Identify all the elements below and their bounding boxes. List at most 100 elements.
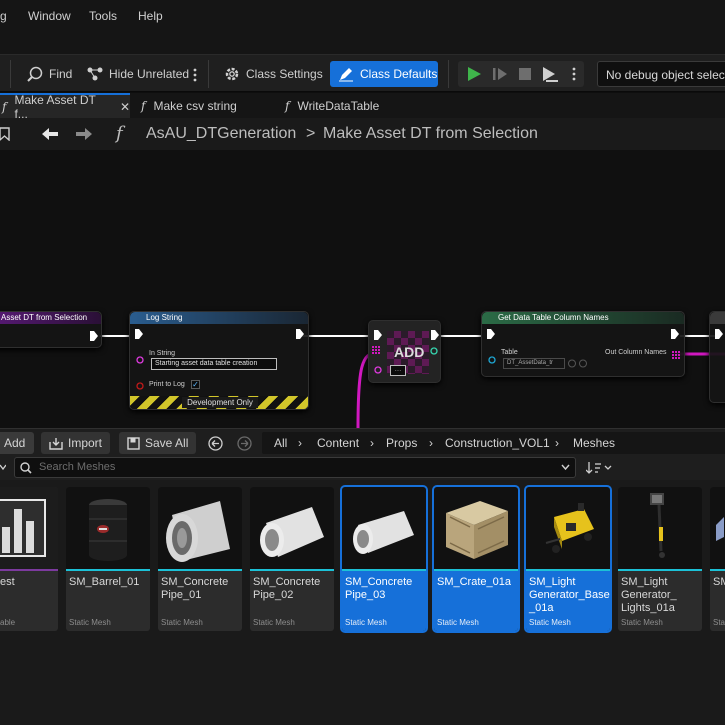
asset-tile[interactable]: SM Sta — [710, 487, 725, 631]
asset-name: SM — [713, 576, 725, 588]
tab-make-csv-string[interactable]: f Make csv string — [141, 93, 237, 118]
exec-in-pin[interactable] — [135, 329, 143, 339]
asset-tile[interactable]: SM_Barrel_01 Static Mesh — [66, 487, 150, 631]
asset-tile[interactable]: SM_Light Generator_Base _01a Static Mesh — [524, 485, 612, 633]
out-column-names-pin[interactable] — [672, 351, 680, 359]
back-arrow-icon[interactable] — [41, 127, 59, 141]
asset-tile[interactable]: SM_Concrete Pipe_01 Static Mesh — [158, 487, 242, 631]
asset-thumbnail — [158, 487, 242, 569]
item-in-pin[interactable] — [374, 366, 382, 374]
concrete-pipe-thumbnail-icon — [260, 507, 324, 557]
find-icon — [27, 66, 43, 82]
exec-out-pin[interactable] — [671, 329, 679, 339]
content-browser-search-row: Search Meshes — [0, 456, 725, 480]
toolbar-separator — [448, 60, 449, 88]
chevron-down-icon[interactable] — [0, 464, 6, 472]
asset-thumbnail — [710, 487, 725, 569]
search-dropdown-chevron-icon[interactable] — [561, 464, 570, 471]
tab-label: WriteDataTable — [297, 98, 380, 113]
import-button[interactable]: Import — [41, 432, 111, 454]
add-button[interactable]: Add — [0, 432, 34, 454]
print-to-log-pin[interactable] — [136, 382, 144, 390]
search-meshes-input[interactable]: Search Meshes — [14, 457, 576, 478]
content-path-breadcrumb: All › Content › Props › Construction_VOL… — [262, 432, 725, 454]
add-node[interactable]: ADD … — [368, 320, 441, 383]
class-settings-button[interactable]: Class Settings — [219, 62, 327, 86]
item-field[interactable]: … — [390, 365, 406, 376]
breadcrumb-root[interactable]: AsAU_DTGeneration — [146, 125, 296, 143]
table-browse-icons[interactable] — [568, 359, 590, 368]
graph-wires — [100, 335, 725, 428]
hide-unrelated-options-icon[interactable] — [193, 68, 197, 82]
exec-in-pin[interactable] — [487, 329, 495, 339]
hide-unrelated-button[interactable]: Hide Unrelated — [82, 62, 193, 86]
function-icon: f — [116, 123, 123, 144]
table-label: Table — [501, 349, 518, 356]
play-icon[interactable] — [466, 66, 482, 82]
asset-type: Static Mesh — [437, 618, 479, 627]
bookmark-icon[interactable] — [0, 127, 10, 141]
asset-tile[interactable]: SM_Crate_01a Static Mesh — [432, 485, 520, 633]
close-icon[interactable]: ✕ — [120, 100, 130, 114]
debug-object-select[interactable]: No debug object selected — [597, 61, 725, 87]
import-icon — [49, 437, 63, 450]
advance-frame-icon[interactable] — [492, 66, 508, 82]
menu-item-help[interactable]: Help — [138, 9, 163, 23]
exec-in-pin[interactable] — [374, 330, 382, 340]
class-settings-label: Class Settings — [246, 67, 323, 81]
path-item-meshes[interactable]: Meshes — [573, 436, 615, 450]
stop-icon[interactable] — [518, 67, 532, 81]
play-options-icon[interactable] — [572, 67, 576, 81]
asset-tile[interactable]: SM_Light Generator_ Lights_01a Static Me… — [618, 487, 702, 631]
blueprint-graph[interactable]: Asset DT from Selection Log String In St… — [0, 150, 725, 428]
in-string-pin[interactable] — [136, 356, 144, 364]
history-back-icon[interactable] — [208, 436, 223, 451]
menu-item-edit[interactable]: g — [0, 9, 7, 23]
exec-out-pin[interactable] — [431, 330, 439, 340]
path-item-all[interactable]: All — [274, 436, 287, 450]
play-controls — [458, 61, 584, 87]
save-all-button[interactable]: Save All — [119, 432, 197, 454]
index-out-pin[interactable] — [430, 347, 438, 355]
next-node[interactable] — [709, 311, 725, 403]
log-string-node[interactable]: Log String In String Starting asset data… — [129, 311, 309, 410]
asset-tile[interactable]: SM_Concrete Pipe_02 Static Mesh — [250, 487, 334, 631]
class-defaults-button[interactable]: Class Defaults — [330, 61, 438, 87]
tab-write-data-table[interactable]: f WriteDataTable — [285, 93, 379, 118]
print-to-log-checkbox[interactable]: ✓ — [191, 380, 200, 389]
save-icon — [127, 436, 140, 450]
eject-icon[interactable] — [541, 65, 559, 83]
function-entry-node[interactable]: Asset DT from Selection — [0, 311, 102, 348]
tab-make-asset-dt[interactable]: f Make Asset DT f... ✕ — [0, 93, 130, 121]
hide-unrelated-label: Hide Unrelated — [109, 67, 190, 81]
sort-filter-icon[interactable] — [586, 461, 614, 475]
hide-unrelated-icon — [87, 67, 103, 81]
exec-out-pin[interactable] — [90, 331, 98, 341]
menu-item-tools[interactable]: Tools — [89, 9, 117, 23]
find-label: Find — [49, 67, 73, 81]
menu-item-window[interactable]: Window — [28, 9, 71, 23]
array-in-pin[interactable] — [372, 346, 382, 354]
asset-thumbnail — [434, 487, 518, 569]
path-item-props[interactable]: Props — [386, 436, 417, 450]
light-generator-thumbnail-icon — [545, 503, 594, 553]
save-all-label: Save All — [145, 436, 189, 450]
in-string-field[interactable]: Starting asset data table creation — [151, 358, 277, 370]
asset-thumbnail — [0, 487, 58, 569]
table-select[interactable]: DT_AssetData_tr — [503, 358, 565, 369]
barrel-thumbnail-icon — [89, 499, 127, 561]
title-spacer — [0, 32, 725, 54]
exec-out-pin[interactable] — [296, 329, 304, 339]
get-data-table-column-names-node[interactable]: Get Data Table Column Names Table DT_Ass… — [481, 311, 685, 377]
asset-tile[interactable]: est able — [0, 487, 58, 631]
table-pin[interactable] — [488, 356, 496, 364]
asset-tile[interactable]: SM_Concrete Pipe_03 Static Mesh — [340, 485, 428, 633]
exec-in-pin[interactable] — [715, 329, 723, 339]
forward-arrow-icon[interactable] — [75, 127, 93, 141]
history-forward-icon[interactable] — [237, 436, 252, 451]
function-icon: f — [285, 98, 290, 113]
path-item-content[interactable]: Content — [317, 436, 359, 450]
asset-name: SM_Barrel_01 — [69, 576, 140, 588]
path-item-construction[interactable]: Construction_VOL1 — [445, 436, 550, 450]
find-button[interactable]: Find — [22, 62, 76, 86]
